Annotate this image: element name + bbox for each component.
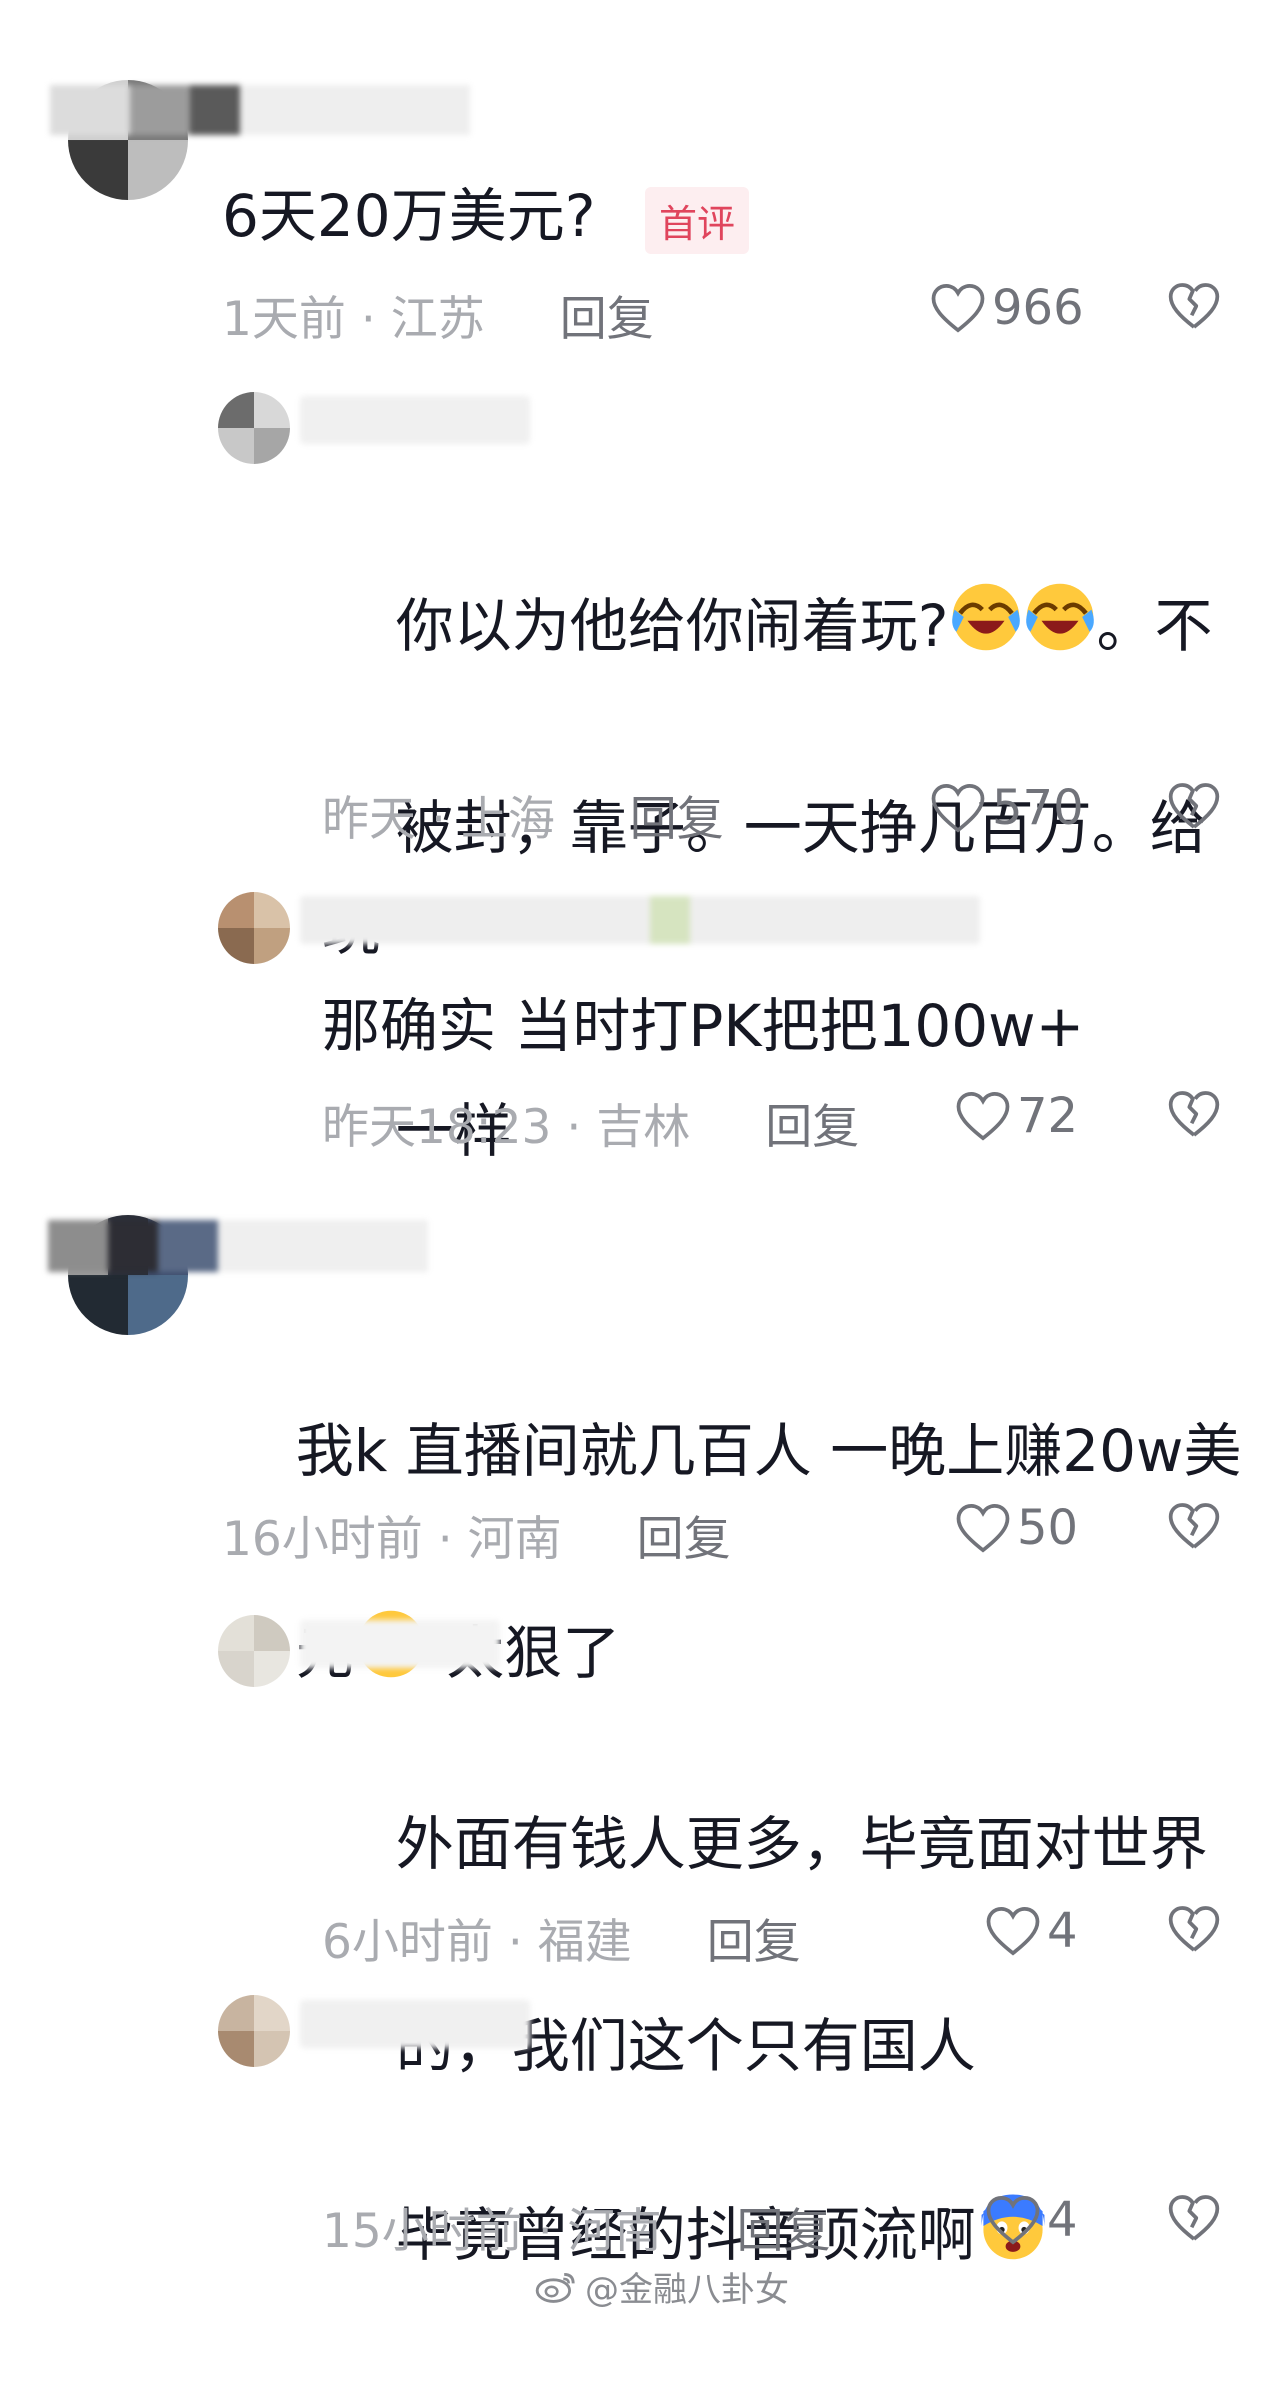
heart-outline-icon xyxy=(956,1091,1010,1141)
comment-meta: 1天前 · 江苏 回复 xyxy=(222,280,654,349)
avatar[interactable] xyxy=(218,892,290,964)
comment-meta: 15小时前 · 河南 回复 xyxy=(322,2192,831,2261)
broken-heart-icon[interactable] xyxy=(1166,2190,1222,2246)
laughing-crying-emoji xyxy=(949,580,1023,654)
heart-outline-icon xyxy=(986,1906,1040,1956)
comment-meta: 6小时前 · 福建 回复 xyxy=(322,1903,801,1972)
reply-button[interactable]: 回复 xyxy=(737,2204,831,2259)
like-button[interactable]: 4 xyxy=(985,2192,1078,2248)
broken-heart-icon[interactable] xyxy=(1166,1086,1222,1142)
reply-button[interactable]: 回复 xyxy=(630,792,724,847)
broken-heart-icon[interactable] xyxy=(1166,278,1222,334)
comment-text: 你以为他给你闹着玩?。不 被封，靠子。一天挣几百万。给玩 一样 xyxy=(322,475,1242,1283)
comment-text-part: 我k 直播间就几百人 一晚上赚20w美 xyxy=(295,1417,1242,1485)
weibo-logo-icon xyxy=(535,2272,575,2303)
comment-text-part: 你以为他给你闹着玩? xyxy=(395,592,949,660)
like-count: 966 xyxy=(992,280,1084,336)
comment-meta: 昨天18:23 · 吉林 回复 xyxy=(322,1088,859,1157)
heart-outline-icon xyxy=(986,2195,1040,2245)
first-comment-badge: 首评 xyxy=(645,187,750,254)
username-blurred[interactable] xyxy=(300,2000,530,2048)
username-blurred[interactable] xyxy=(300,1620,500,1668)
time-location: 1天前 · 江苏 xyxy=(222,292,485,347)
laughing-crying-emoji xyxy=(1023,580,1097,654)
like-count: 72 xyxy=(1017,1088,1079,1144)
reply-button[interactable]: 回复 xyxy=(560,292,654,347)
heart-outline-icon xyxy=(956,1503,1010,1553)
comment-text: 那确实 当时打PK把把100w+ xyxy=(322,992,1085,1060)
time-location: 昨天18:23 · 吉林 xyxy=(322,1100,691,1155)
username-blurred[interactable] xyxy=(300,396,530,444)
like-button[interactable]: 4 xyxy=(985,1903,1078,1959)
reply-button[interactable]: 回复 xyxy=(637,1512,731,1567)
heart-outline-icon xyxy=(931,783,985,833)
like-count: 4 xyxy=(1047,1903,1078,1959)
weibo-watermark: @金融八卦女 xyxy=(535,2262,789,2311)
broken-heart-icon[interactable] xyxy=(1166,778,1222,834)
time-location: 6小时前 · 福建 xyxy=(322,1915,632,1970)
like-count: 570 xyxy=(992,780,1084,836)
username-blurred[interactable] xyxy=(48,1220,428,1272)
comment-text-part: 。不 xyxy=(1096,592,1213,660)
username-blurred[interactable] xyxy=(50,85,470,135)
comment-text: 6天20万美元? xyxy=(222,182,596,250)
comment-text-part: 外面有钱人更多，毕竟面对世界 xyxy=(395,1810,1208,1878)
comment-meta: 昨天 · 上海 回复 xyxy=(322,780,724,849)
like-count: 4 xyxy=(1047,2192,1078,2248)
avatar[interactable] xyxy=(218,1995,290,2067)
broken-heart-icon[interactable] xyxy=(1166,1901,1222,1957)
reply-button[interactable]: 回复 xyxy=(707,1915,801,1970)
like-count: 50 xyxy=(1017,1500,1079,1556)
username-blurred[interactable] xyxy=(300,896,980,944)
time-location: 16小时前 · 河南 xyxy=(222,1512,562,1567)
time-location: 昨天 · 上海 xyxy=(322,792,555,847)
like-button[interactable]: 72 xyxy=(955,1088,1078,1144)
like-button[interactable]: 50 xyxy=(955,1500,1078,1556)
comment-meta: 16小时前 · 河南 回复 xyxy=(222,1500,731,1569)
broken-heart-icon[interactable] xyxy=(1166,1498,1222,1554)
like-button[interactable]: 570 xyxy=(930,780,1084,836)
watermark-text: @金融八卦女 xyxy=(585,2270,789,2310)
time-location: 15小时前 · 河南 xyxy=(322,2204,662,2259)
like-button[interactable]: 966 xyxy=(930,280,1084,336)
heart-outline-icon xyxy=(931,283,985,333)
avatar[interactable] xyxy=(218,392,290,464)
avatar[interactable] xyxy=(218,1615,290,1687)
reply-button[interactable]: 回复 xyxy=(765,1100,859,1155)
